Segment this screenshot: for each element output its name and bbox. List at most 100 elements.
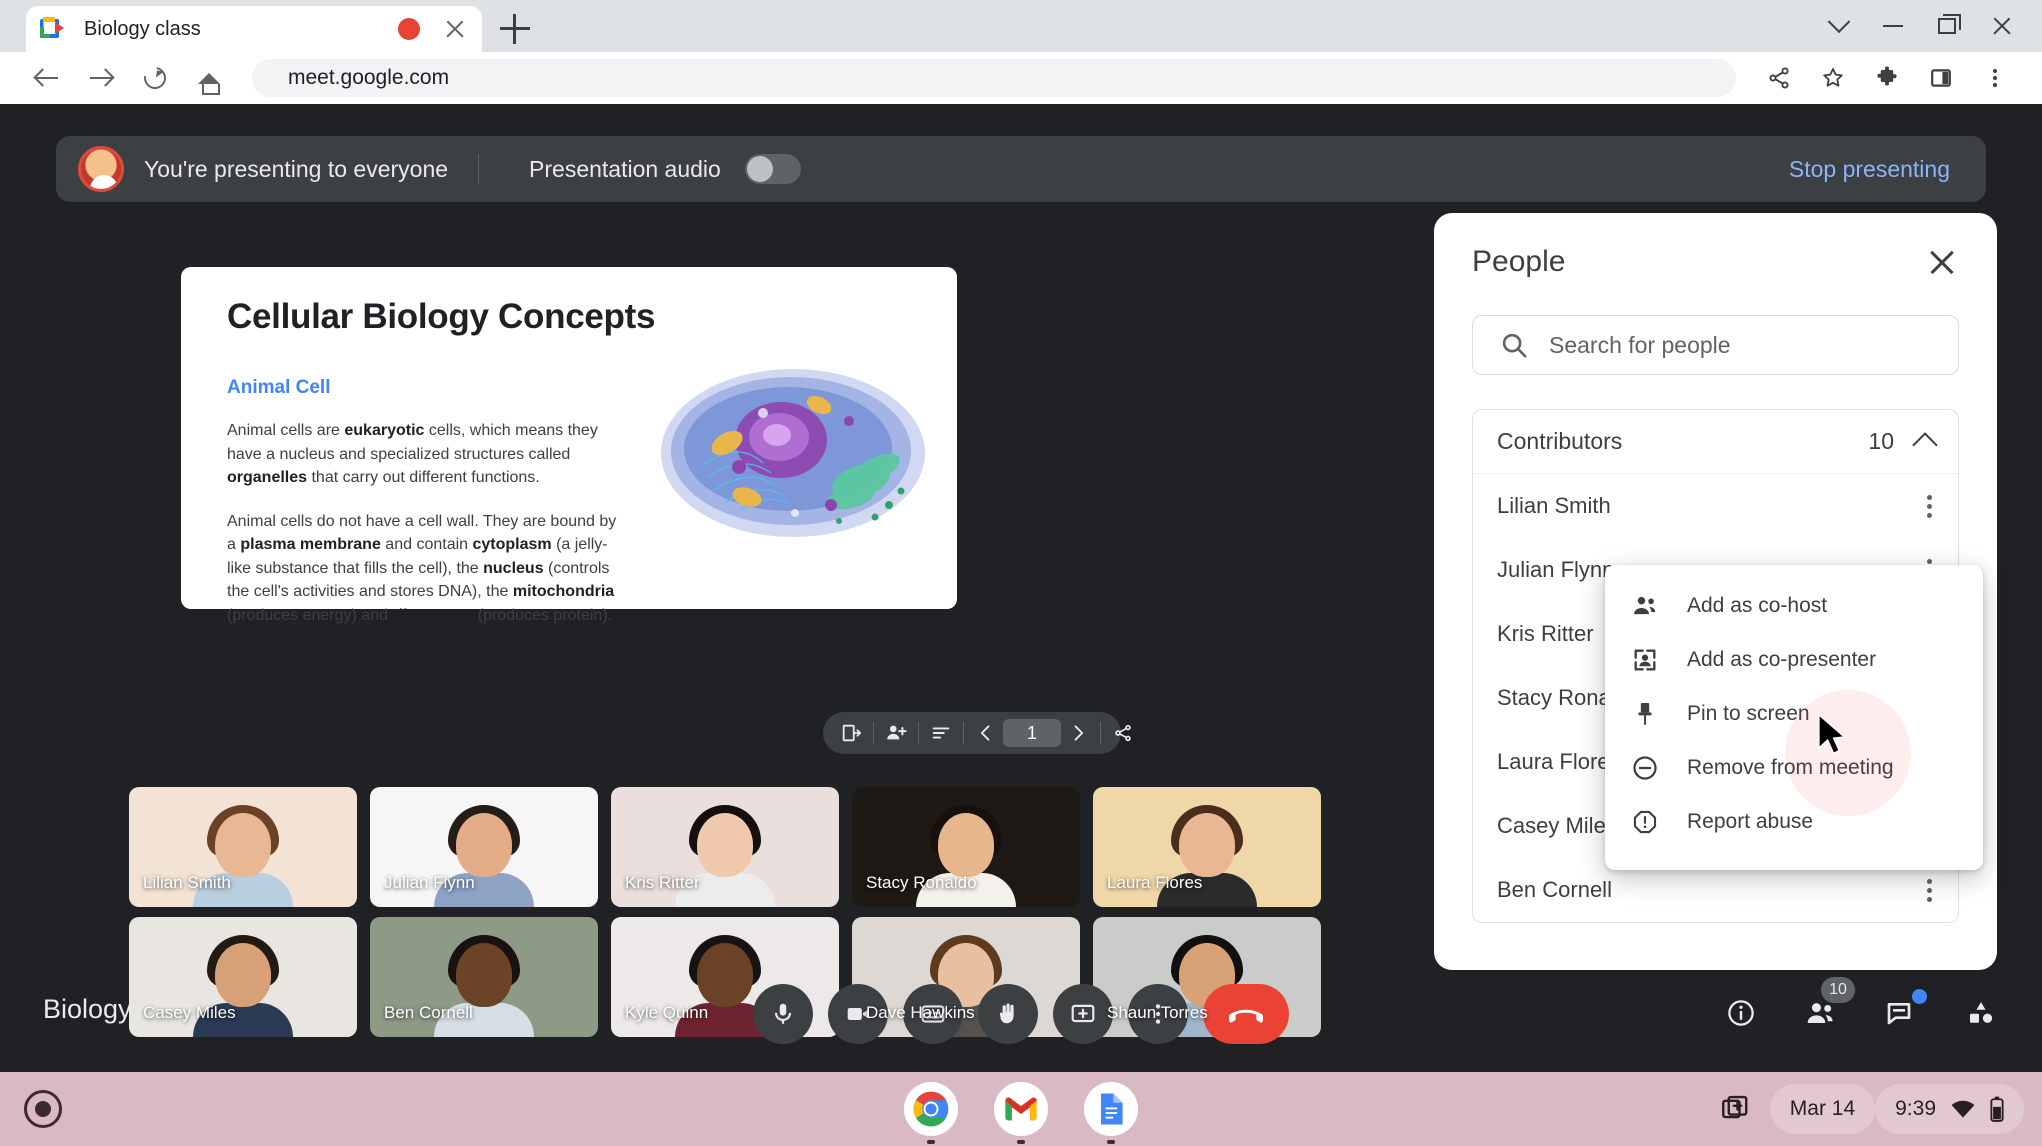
participant-tile[interactable]: Kris Ritter [611, 787, 839, 907]
slide-paragraph-1: Animal cells are eukaryotic cells, which… [227, 422, 598, 487]
launcher-icon[interactable] [24, 1090, 62, 1128]
slide-toolbar: 1 [823, 712, 1131, 754]
participant-more-options-icon[interactable] [1924, 494, 1934, 518]
participant-tile[interactable]: Stacy Ronaldo [852, 787, 1080, 907]
participant-name-label: Laura Flores [1107, 873, 1203, 892]
tile-row: Lilian Smith Julian Flynn Kris Ritter Stacy… [129, 787, 1339, 907]
divider [478, 154, 480, 184]
chromeos-screen: Biology class meet.google.com You're pre… [0, 0, 2042, 1146]
meeting-details-icon[interactable] [1715, 987, 1767, 1039]
divider [963, 722, 964, 744]
people-panel-title: People [1472, 245, 1566, 278]
add-person-icon[interactable] [879, 716, 913, 750]
browser-tab-strip: Biology class [0, 0, 2042, 52]
close-icon[interactable] [1925, 245, 1959, 279]
participant-name: Lilian Smith [1497, 493, 1611, 518]
shelf-status[interactable]: 9:39 [1875, 1084, 2024, 1134]
close-icon[interactable] [442, 16, 468, 42]
microphone-icon[interactable] [753, 984, 813, 1044]
presentation-audio-toggle[interactable] [744, 154, 801, 184]
stop-presenting-button[interactable]: Stop presenting [1775, 146, 1964, 193]
chrome-icon[interactable] [904, 1082, 958, 1136]
gmail-icon[interactable] [994, 1082, 1048, 1136]
animal-cell-diagram [661, 369, 925, 537]
divider [1100, 722, 1101, 744]
home-icon[interactable] [182, 58, 236, 98]
raise-hand-icon[interactable] [978, 984, 1038, 1044]
chevron-down-icon[interactable] [1812, 8, 1866, 44]
new-tab-button[interactable] [500, 14, 530, 44]
participant-name: Julian Flynn [1497, 557, 1615, 582]
search-icon [1502, 333, 1527, 358]
participant-tile[interactable]: Lilian Smith [129, 787, 357, 907]
participant-name-label: Casey Miles [143, 1003, 236, 1022]
meet-right-controls: 10 [1715, 977, 2007, 1039]
extensions-puzzle-icon[interactable] [1860, 58, 1914, 98]
search-input[interactable]: Search for people [1472, 315, 1959, 375]
browser-tab[interactable]: Biology class [26, 6, 482, 52]
minimize-icon[interactable] [1866, 8, 1920, 44]
participant-tile[interactable]: Julian Flynn [370, 787, 598, 907]
avatar [78, 146, 124, 192]
presented-slide[interactable]: Cellular Biology Concepts Animal Cell An… [181, 267, 957, 624]
present-person-icon [1631, 646, 1671, 674]
window-close-icon[interactable] [1974, 8, 2028, 44]
address-bar[interactable]: meet.google.com [252, 59, 1736, 97]
presenting-status: You're presenting to everyone [144, 155, 449, 182]
browser-toolbar: meet.google.com [0, 52, 2042, 104]
leave-call-icon[interactable] [1203, 984, 1289, 1044]
participant-name: Laura Flores [1497, 749, 1621, 774]
participant-name-label: Ben Cornell [384, 1003, 473, 1022]
menu-item-add-as-co-host[interactable]: Add as co-host [1605, 579, 1983, 633]
side-panel-icon[interactable] [1914, 58, 1968, 98]
wifi-icon [1951, 1100, 1975, 1118]
speaker-notes-icon[interactable] [924, 716, 958, 750]
window-controls [1812, 8, 2028, 44]
search-placeholder: Search for people [1549, 331, 1731, 358]
participant-name-label: Stacy Ronaldo [866, 873, 977, 892]
contributors-count: 10 [1868, 428, 1894, 454]
participant-row[interactable]: Lilian Smith [1473, 474, 1958, 538]
menu-item-label: Add as co-host [1687, 594, 1828, 617]
docs-icon[interactable] [1084, 1082, 1138, 1136]
google-meet-icon [40, 17, 66, 41]
menu-item-report-abuse[interactable]: Report abuse [1605, 795, 1983, 849]
chrome-menu-icon[interactable] [1968, 58, 2022, 98]
menu-item-label: Add as co-presenter [1687, 648, 1877, 671]
participant-more-options-icon[interactable] [1924, 878, 1934, 902]
menu-item-add-as-co-presenter[interactable]: Add as co-presenter [1605, 633, 1983, 687]
participant-name-label: Shaun Torres [1107, 1003, 1208, 1022]
chevron-up-icon[interactable] [1912, 431, 1938, 458]
bookmark-star-icon[interactable] [1806, 58, 1860, 98]
participant-name-label: Julian Flynn [384, 873, 475, 892]
activities-icon[interactable] [1955, 987, 2007, 1039]
screen-capture-icon[interactable] [1700, 1084, 1770, 1134]
next-slide-icon[interactable] [1061, 716, 1095, 750]
present-screen-icon[interactable] [1053, 984, 1113, 1044]
reload-icon[interactable] [128, 58, 182, 98]
people-icon[interactable]: 10 [1795, 977, 1855, 1039]
participant-tile[interactable]: Laura Flores [1093, 787, 1321, 907]
shelf-date[interactable]: Mar 14 [1769, 1084, 1876, 1134]
chat-icon[interactable] [1875, 987, 1927, 1039]
tab-title: Biology class [84, 17, 201, 40]
divider [873, 722, 874, 744]
participant-name-label: Kris Ritter [625, 873, 700, 892]
present-to-window-icon[interactable] [834, 716, 868, 750]
share-icon[interactable] [1752, 58, 1806, 98]
participant-name-label: Dave Hawkins [866, 1003, 975, 1022]
back-arrow-icon[interactable] [20, 58, 74, 98]
minus-circle-icon [1631, 754, 1671, 782]
record-dot-icon[interactable] [398, 18, 420, 40]
contributors-header[interactable]: Contributors 10 [1473, 410, 1958, 474]
slide-page-number[interactable]: 1 [1003, 719, 1061, 747]
mouse-cursor [1817, 713, 1847, 755]
presenting-banner: You're presenting to everyone Presentati… [56, 136, 1986, 202]
divider [918, 722, 919, 744]
previous-slide-icon[interactable] [969, 716, 1003, 750]
forward-arrow-icon[interactable] [74, 58, 128, 98]
pin-icon [1631, 700, 1671, 728]
share-slide-icon[interactable] [1106, 716, 1140, 750]
maximize-icon[interactable] [1920, 8, 1974, 44]
chromeos-shelf: Mar 14 9:39 [0, 1072, 2042, 1146]
